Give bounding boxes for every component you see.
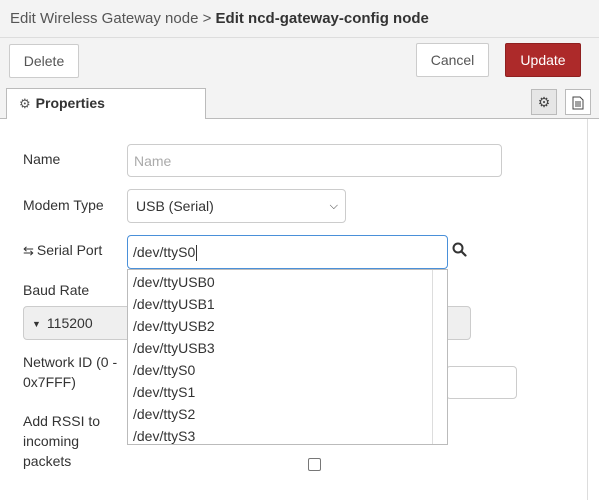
serial-option[interactable]: /dev/ttyUSB1 bbox=[128, 293, 447, 315]
breadcrumb-current: Edit ncd-gateway-config node bbox=[215, 10, 429, 27]
serial-port-label-text: Serial Port bbox=[36, 242, 103, 258]
name-input[interactable] bbox=[127, 144, 502, 177]
serial-port-dropdown: /dev/ttyUSB0 /dev/ttyUSB1 /dev/ttyUSB2 /… bbox=[127, 269, 448, 445]
gear-icon: ⚙ bbox=[537, 94, 551, 110]
text-caret bbox=[196, 245, 198, 262]
network-id-label-line2: 0x7FFF) bbox=[23, 374, 76, 390]
serial-port-input[interactable]: /dev/ttyS0 bbox=[127, 235, 448, 269]
caret-down-icon: ▼ bbox=[32, 319, 41, 330]
rssi-checkbox[interactable] bbox=[308, 458, 321, 471]
serial-option[interactable]: /dev/ttyS0 bbox=[128, 359, 447, 381]
tab-properties-label: Properties bbox=[35, 95, 105, 111]
serial-port-label: ⇆ Serial Port bbox=[23, 240, 102, 261]
breadcrumb: Edit Wireless Gateway node > Edit ncd-ga… bbox=[0, 0, 599, 38]
gear-icon: ⚙ bbox=[19, 96, 31, 111]
serial-option[interactable]: /dev/ttyUSB3 bbox=[128, 337, 447, 359]
rssi-label-line2: incoming bbox=[23, 433, 80, 449]
modem-type-label: Modem Type bbox=[23, 197, 104, 213]
breadcrumb-separator: > bbox=[202, 10, 212, 27]
serial-option[interactable]: /dev/ttyUSB2 bbox=[128, 315, 447, 337]
network-id-input[interactable] bbox=[446, 366, 517, 399]
name-label: Name bbox=[23, 151, 61, 167]
rssi-label-line3: packets bbox=[23, 453, 72, 469]
dropdown-scrollbar[interactable] bbox=[432, 270, 447, 444]
settings-tab-button[interactable]: ⚙ bbox=[531, 89, 557, 115]
modem-type-select[interactable]: USB (Serial) ⌵ bbox=[127, 189, 346, 223]
shuffle-icon: ⇆ bbox=[23, 243, 34, 258]
document-icon bbox=[572, 96, 584, 110]
baud-rate-label: Baud Rate bbox=[23, 282, 90, 298]
serial-option[interactable]: /dev/ttyS1 bbox=[128, 381, 447, 403]
rssi-label-line1: Add RSSI to bbox=[23, 413, 101, 429]
editor-toolbar: Delete Cancel Update bbox=[0, 38, 599, 88]
baud-rate-value: 115200 bbox=[46, 315, 93, 331]
breadcrumb-parent[interactable]: Edit Wireless Gateway node bbox=[10, 10, 198, 27]
delete-button[interactable]: Delete bbox=[9, 44, 79, 78]
update-button[interactable]: Update bbox=[505, 43, 581, 77]
serial-option[interactable]: /dev/ttyUSB0 bbox=[128, 271, 447, 293]
serial-option[interactable]: /dev/ttyS3 bbox=[128, 425, 447, 444]
chevron-down-icon: ⌵ bbox=[329, 200, 338, 212]
serial-port-value: /dev/ttyS0 bbox=[133, 244, 196, 260]
tab-properties[interactable]: ⚙ Properties bbox=[6, 88, 206, 120]
serial-option[interactable]: /dev/ttyS2 bbox=[128, 403, 447, 425]
properties-panel: Name Modem Type USB (Serial) ⌵ ⇆Serial P… bbox=[0, 119, 588, 500]
tab-bar: ⚙ Properties ⚙ bbox=[0, 88, 599, 120]
network-id-label-line1: Network ID (0 - bbox=[23, 354, 118, 370]
cancel-button[interactable]: Cancel bbox=[416, 43, 489, 77]
description-tab-button[interactable] bbox=[565, 89, 591, 115]
modem-type-value: USB (Serial) bbox=[136, 198, 214, 214]
search-icon[interactable] bbox=[451, 241, 469, 259]
